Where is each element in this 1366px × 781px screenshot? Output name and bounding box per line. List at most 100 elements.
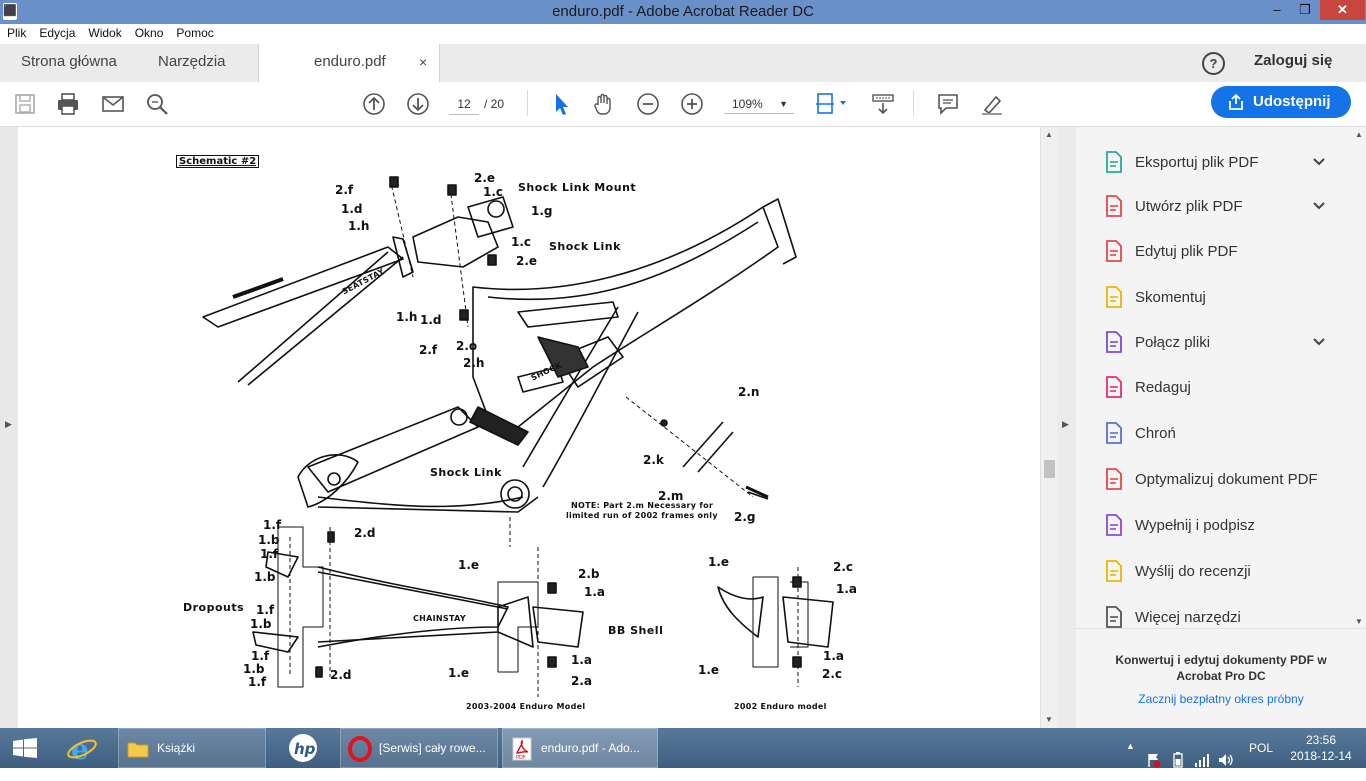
label-shock-link-mount: Shock Link Mount	[518, 181, 637, 194]
label-model-2003: 2003-2004 Enduro Model	[466, 702, 586, 711]
windows-taskbar: e Książki hp [Serwis] cały rowe... PDF e…	[0, 728, 1366, 768]
battery-icon[interactable]	[1170, 740, 1186, 780]
restore-button[interactable]: ❐	[1290, 0, 1320, 20]
document-scrollbar[interactable]: ▲ ▼	[1040, 127, 1058, 728]
internet-explorer-taskbar-icon[interactable]: e	[56, 728, 108, 768]
chevron-down-icon[interactable]	[1312, 199, 1326, 213]
search-icon[interactable]	[144, 91, 170, 117]
part-label: 2.h	[463, 356, 485, 370]
hp-taskbar-icon[interactable]: hp	[278, 728, 330, 768]
input-language-indicator[interactable]: POL	[1249, 741, 1273, 781]
part-label: 1.e	[458, 558, 480, 572]
tab-close-icon[interactable]: ×	[419, 44, 427, 80]
tool-item-comment[interactable]: Skomentuj	[1102, 282, 1332, 312]
toolbar-divider	[913, 90, 914, 116]
menu-help[interactable]: Pomoc	[169, 24, 219, 40]
chevron-down-icon[interactable]	[1312, 335, 1326, 349]
page-fit-icon[interactable]	[814, 91, 850, 117]
start-button[interactable]	[0, 728, 52, 768]
share-button-label: Udostępnij	[1253, 93, 1331, 110]
zoom-out-icon[interactable]	[635, 91, 661, 117]
part-label: 2.c	[822, 667, 843, 681]
part-label: 1.e	[708, 555, 730, 569]
tool-item-edit-pdf[interactable]: Edytuj plik PDF	[1102, 236, 1332, 266]
windows-logo-icon	[13, 738, 37, 758]
note-line-2: limited run of 2002 frames only	[566, 511, 718, 520]
close-window-button[interactable]: ✕	[1320, 0, 1365, 20]
folder-icon	[127, 742, 149, 758]
menu-edit[interactable]: Edycja	[32, 24, 81, 40]
print-icon[interactable]	[55, 91, 81, 117]
part-label: 2.c	[833, 560, 854, 574]
left-panel-toggle[interactable]: ▶	[0, 127, 18, 728]
menu-file[interactable]: Plik	[0, 24, 32, 40]
tray-expand-icon[interactable]: ▲	[1126, 741, 1135, 781]
chevron-down-icon[interactable]	[1312, 155, 1326, 169]
taskbar-app-label: enduro.pdf - Ado...	[541, 741, 640, 755]
zoom-level-select[interactable]: 109% ▼	[724, 94, 794, 114]
minimize-button[interactable]: –	[1262, 0, 1292, 20]
taskbar-app-opera[interactable]: [Serwis] cały rowe...	[340, 728, 498, 768]
tool-item-fill-sign[interactable]: Wypełnij i podpisz	[1102, 510, 1332, 540]
help-icon[interactable]: ?	[1202, 52, 1225, 75]
part-label: 1.a	[571, 653, 593, 667]
system-clock[interactable]: 23:56 2018-12-14	[1286, 732, 1356, 764]
window-title: enduro.pdf - Adobe Acrobat Reader DC	[552, 3, 814, 20]
scroll-down-icon[interactable]: ▼	[1355, 617, 1363, 626]
volume-icon[interactable]	[1218, 740, 1234, 780]
scroll-down-icon[interactable]: ▼	[1045, 715, 1053, 724]
select-cursor-icon[interactable]	[548, 91, 574, 117]
part-label: 1.e	[448, 666, 470, 680]
menu-window[interactable]: Okno	[128, 24, 170, 40]
tab-document[interactable]: enduro.pdf ×	[258, 44, 440, 83]
tool-item-protect-shield[interactable]: Chroń	[1102, 418, 1332, 448]
tool-item-redact[interactable]: Redaguj	[1102, 372, 1332, 402]
clock-time: 23:56	[1305, 733, 1337, 747]
part-label: 2.b	[578, 567, 600, 581]
part-label: 2.k	[643, 453, 664, 467]
document-page[interactable]: Schematic #2 Shock Link Mount Shock Link…	[18, 127, 1040, 728]
tool-item-label: Utwórz plik PDF	[1135, 198, 1243, 215]
tool-item-export-pdf[interactable]: Eksportuj plik PDF	[1102, 147, 1332, 177]
save-icon[interactable]	[12, 91, 38, 117]
menu-view[interactable]: Widok	[81, 24, 127, 40]
free-trial-link[interactable]: Zacznij bezpłatny okres próbny	[1100, 692, 1342, 706]
comment-icon[interactable]	[935, 91, 961, 117]
login-link[interactable]: Zaloguj się	[1254, 52, 1332, 69]
highlight-pen-icon[interactable]	[979, 91, 1005, 117]
email-icon[interactable]	[100, 91, 126, 117]
scrollbar-thumb[interactable]	[1044, 460, 1055, 478]
part-label: 1.f	[260, 547, 279, 561]
tool-item-combine-files[interactable]: Połącz pliki	[1102, 327, 1332, 357]
part-label: 1.a	[836, 582, 858, 596]
part-label: 1.a	[584, 585, 606, 599]
tab-home[interactable]: Strona główna	[21, 44, 117, 82]
tool-item-optimize-pdf[interactable]: Optymalizuj dokument PDF	[1102, 464, 1332, 494]
scroll-up-icon[interactable]: ▲	[1355, 130, 1363, 139]
network-signal-icon[interactable]	[1194, 740, 1210, 780]
share-button[interactable]: Udostępnij	[1211, 86, 1351, 118]
page-total: / 20	[484, 97, 505, 111]
label-dropouts: Dropouts	[183, 601, 245, 614]
tab-tools[interactable]: Narzędzia	[158, 44, 226, 82]
hand-tool-icon[interactable]	[591, 91, 617, 117]
label-shock-link-bottom: Shock Link	[430, 466, 502, 479]
taskbar-app-acrobat[interactable]: PDF enduro.pdf - Ado...	[502, 728, 658, 768]
tool-item-create-pdf[interactable]: Utwórz plik PDF	[1102, 191, 1332, 221]
next-page-icon[interactable]	[405, 91, 431, 117]
previous-page-icon[interactable]	[361, 91, 387, 117]
tool-item-send-review[interactable]: Wyślij do recenzji	[1102, 556, 1332, 586]
taskbar-app-books[interactable]: Książki	[118, 728, 266, 768]
part-label: 1.d	[420, 313, 442, 327]
tools-panel-scrollbar[interactable]: ▲ ▼	[1351, 127, 1366, 627]
scroll-mode-icon[interactable]	[870, 91, 896, 117]
right-panel-toggle[interactable]: ▶	[1057, 127, 1076, 728]
create-pdf-icon	[1106, 195, 1122, 217]
label-model-2002: 2002 Enduro model	[734, 702, 827, 711]
scroll-up-icon[interactable]: ▲	[1045, 130, 1053, 139]
zoom-in-icon[interactable]	[679, 91, 705, 117]
svg-text:PDF: PDF	[516, 755, 526, 761]
action-center-flag-icon[interactable]	[1146, 740, 1162, 780]
fill-sign-icon	[1106, 514, 1122, 536]
page-number-input[interactable]: 12	[449, 94, 479, 115]
